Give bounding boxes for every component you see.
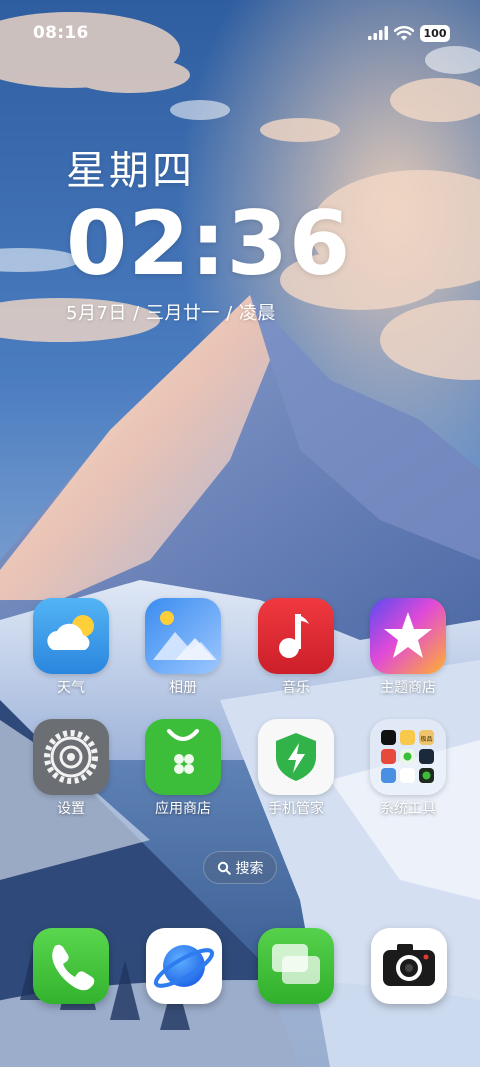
app-weather[interactable]: 天气 bbox=[16, 598, 126, 697]
app-label: 手机管家 bbox=[268, 801, 324, 817]
wifi-icon bbox=[394, 25, 414, 40]
phone-icon bbox=[33, 928, 109, 1004]
search-icon bbox=[217, 861, 231, 875]
app-phone-manager[interactable]: 手机管家 bbox=[241, 719, 351, 818]
theme-store-icon bbox=[370, 598, 446, 674]
signal-icon bbox=[368, 26, 388, 40]
app-gallery[interactable]: 相册 bbox=[128, 598, 238, 697]
dock-camera[interactable] bbox=[371, 928, 447, 1004]
status-bar: 08:16 100 bbox=[0, 0, 480, 66]
app-app-store[interactable]: 应用商店 bbox=[128, 719, 238, 818]
clock-weekday: 星期四 bbox=[66, 148, 195, 194]
app-label: 天气 bbox=[57, 680, 85, 696]
app-label: 主题商店 bbox=[380, 680, 436, 696]
weather-icon bbox=[33, 598, 109, 674]
app-music[interactable]: 音乐 bbox=[241, 598, 351, 697]
app-folder-system-tools[interactable]: 极品 系统工具 bbox=[353, 719, 463, 818]
app-label: 相册 bbox=[169, 680, 197, 696]
browser-planet-icon bbox=[146, 928, 222, 1004]
battery-icon: 100 bbox=[420, 24, 450, 42]
app-store-bag-icon bbox=[145, 719, 221, 795]
app-label: 音乐 bbox=[282, 680, 310, 696]
app-label: 应用商店 bbox=[155, 801, 211, 817]
phone-manager-shield-icon bbox=[258, 719, 334, 795]
folder-badge-text: 极品 bbox=[420, 735, 432, 743]
gallery-icon bbox=[145, 598, 221, 674]
music-icon bbox=[258, 598, 334, 674]
clock-time: 02:36 bbox=[66, 192, 352, 295]
status-icons: 100 bbox=[368, 24, 450, 42]
search-button[interactable]: 搜索 bbox=[203, 851, 277, 884]
app-label: 系统工具 bbox=[380, 801, 436, 817]
app-theme-store[interactable]: 主题商店 bbox=[353, 598, 463, 697]
search-label: 搜索 bbox=[235, 860, 264, 877]
messages-icon bbox=[258, 928, 334, 1004]
clock-widget[interactable]: 星期四 02:36 5月7日 / 三月廿一 / 凌晨 bbox=[66, 143, 351, 325]
app-label: 设置 bbox=[57, 801, 85, 817]
folder-icon: 极品 bbox=[370, 719, 446, 795]
dock-browser[interactable] bbox=[146, 928, 222, 1004]
camera-icon bbox=[371, 928, 447, 1004]
settings-gear-icon bbox=[33, 719, 109, 795]
dock-messages[interactable] bbox=[258, 928, 334, 1004]
app-settings[interactable]: 设置 bbox=[16, 719, 126, 818]
status-time: 08:16 bbox=[33, 23, 89, 43]
clock-date: 5月7日 / 三月廿一 / 凌晨 bbox=[66, 303, 276, 324]
dock-phone[interactable] bbox=[33, 928, 109, 1004]
